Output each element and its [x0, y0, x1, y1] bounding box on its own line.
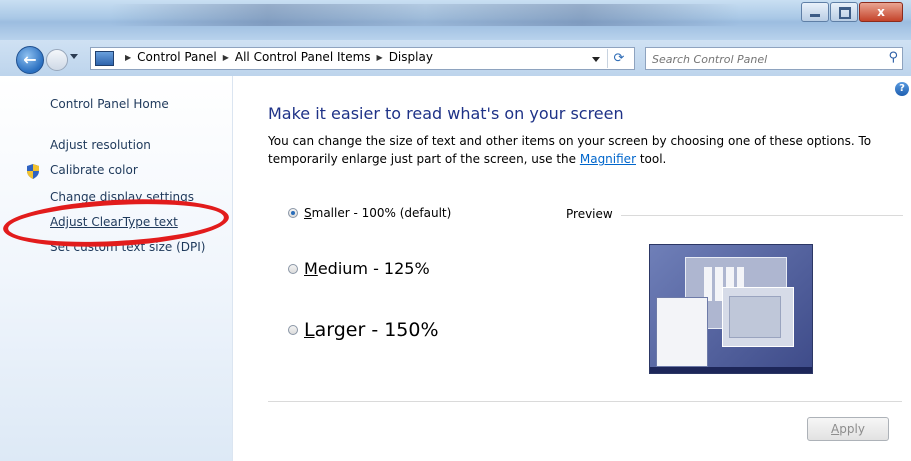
description-text-end: tool. [636, 152, 667, 166]
breadcrumb: ▶ Control Panel ▶ All Control Panel Item… [119, 50, 433, 64]
apply-button[interactable]: Apply [807, 417, 889, 441]
forward-arrow-icon[interactable] [46, 49, 68, 71]
option-smaller-access-key: S [304, 206, 312, 220]
breadcrumb-all-items[interactable]: All Control Panel Items [235, 50, 371, 64]
option-smaller[interactable]: Smaller - 100% (default) [288, 206, 451, 220]
sidebar-item-adjust-resolution[interactable]: Adjust resolution [50, 138, 151, 152]
radio-larger[interactable] [288, 325, 298, 335]
radio-medium[interactable] [288, 263, 298, 274]
page-title: Make it easier to read what's on your sc… [268, 104, 624, 123]
maximize-button[interactable] [830, 2, 858, 22]
radio-smaller[interactable] [288, 208, 298, 218]
option-smaller-label: maller - 100% (default) [311, 206, 452, 220]
refresh-icon[interactable]: ⟳ [607, 49, 630, 68]
help-icon[interactable]: ? [895, 82, 909, 96]
breadcrumb-display[interactable]: Display [389, 50, 433, 64]
sidebar-item-calibrate-color[interactable]: Calibrate color [50, 163, 138, 177]
sidebar-item-custom-dpi[interactable]: Set custom text size (DPI) [50, 240, 205, 254]
task-pane: Control Panel Home Adjust resolution Cal… [0, 76, 233, 461]
bottom-divider [268, 401, 902, 402]
option-medium-access-key: M [304, 259, 318, 278]
search-box: ⚲ [645, 47, 903, 70]
control-panel-icon [95, 51, 114, 66]
option-larger-access-key: L [304, 319, 315, 341]
main-content: ? Make it easier to read what's on your … [233, 76, 911, 461]
window-controls: x [800, 2, 903, 22]
option-medium-label: edium - 125% [317, 259, 430, 278]
title-bar: x [0, 0, 911, 40]
description-text: You can change the size of text and othe… [268, 134, 872, 166]
option-larger[interactable]: Larger - 150% [288, 319, 439, 341]
preview-image [649, 244, 813, 374]
preview-window-left [656, 297, 708, 367]
sidebar-item-adjust-cleartype[interactable]: Adjust ClearType text [50, 215, 178, 229]
address-dropdown-icon[interactable] [592, 57, 600, 62]
search-input[interactable] [650, 50, 874, 69]
chevron-right-icon[interactable]: ▶ [125, 53, 131, 62]
recent-pages-dropdown-icon[interactable] [70, 54, 78, 59]
back-arrow-icon[interactable]: ← [16, 46, 44, 74]
title-bar-glass [110, 4, 740, 26]
navigation-bar: ← ▶ Control Panel ▶ All Control Panel It… [0, 40, 911, 76]
preview-divider [621, 215, 903, 216]
chevron-right-icon[interactable]: ▶ [377, 53, 383, 62]
search-icon[interactable]: ⚲ [888, 50, 898, 65]
chevron-right-icon[interactable]: ▶ [223, 53, 229, 62]
sidebar-item-control-panel-home[interactable]: Control Panel Home [50, 97, 169, 111]
preview-label: Preview [566, 207, 613, 221]
address-bar[interactable]: ▶ Control Panel ▶ All Control Panel Item… [90, 47, 635, 70]
magnifier-link[interactable]: Magnifier [580, 152, 636, 166]
minimize-button[interactable] [801, 2, 829, 22]
sidebar-item-change-display-settings[interactable]: Change display settings [50, 190, 194, 204]
preview-taskbar [650, 367, 812, 373]
apply-label: pply [839, 422, 865, 436]
option-medium[interactable]: Medium - 125% [288, 259, 430, 278]
preview-window-front [722, 287, 794, 347]
breadcrumb-control-panel[interactable]: Control Panel [137, 50, 217, 64]
option-larger-label: arger - 150% [314, 319, 439, 341]
close-button[interactable]: x [859, 2, 903, 22]
preview-window-content [729, 296, 781, 338]
page-description: You can change the size of text and othe… [268, 132, 878, 168]
uac-shield-icon [27, 164, 39, 179]
